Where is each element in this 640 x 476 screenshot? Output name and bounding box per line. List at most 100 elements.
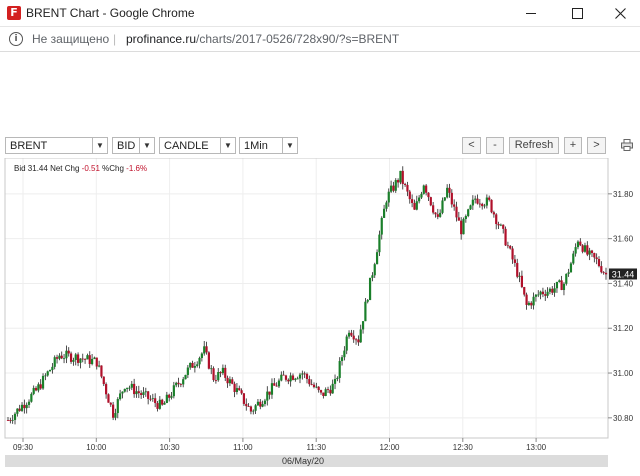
candle-body: [382, 208, 386, 218]
candle-body: [546, 291, 549, 296]
candle-body: [142, 392, 145, 395]
candle-body: [602, 272, 605, 274]
candle-body: [95, 357, 98, 367]
candle-body: [76, 354, 80, 363]
candle-body: [354, 339, 358, 341]
candle-body: [291, 375, 295, 380]
candle-body: [453, 204, 456, 207]
candle: [112, 401, 115, 421]
candle-body: [233, 383, 236, 392]
candle-body: [497, 224, 500, 226]
x-tick-label: 12:30: [453, 443, 474, 452]
candle-body: [336, 377, 339, 380]
symbol-select[interactable]: BRENT ▼: [5, 137, 108, 154]
candle-body: [406, 184, 409, 192]
scroll-right-button[interactable]: >: [587, 137, 606, 154]
zoom-in-button[interactable]: +: [564, 137, 582, 154]
candle-body: [37, 384, 40, 391]
candle: [207, 351, 210, 370]
chart-type-select[interactable]: CANDLE ▼: [159, 137, 236, 154]
candle-body: [273, 383, 276, 386]
candle-body: [105, 384, 108, 395]
chevron-down-icon: ▼: [139, 138, 154, 153]
candle-body: [548, 288, 552, 292]
candle-body: [527, 302, 531, 305]
candle-body: [13, 413, 17, 420]
candle: [504, 226, 507, 246]
candle: [490, 199, 493, 214]
candle-body: [114, 413, 117, 418]
candle-body: [579, 241, 582, 246]
candle-body: [123, 388, 126, 392]
candle-body: [130, 383, 133, 388]
chevron-down-icon: ▼: [92, 138, 107, 153]
candle-body: [513, 259, 516, 263]
candle-body: [558, 280, 561, 282]
url-path: /charts/2017-0526/728x90/?s=BRENT: [196, 32, 400, 46]
scroll-left-button[interactable]: <: [462, 137, 481, 154]
candle-body: [366, 300, 369, 302]
candle-body: [392, 185, 395, 191]
x-tick-label: 09:30: [13, 443, 34, 452]
candle-body: [420, 193, 423, 198]
candle-body: [109, 402, 112, 405]
url-text[interactable]: profinance.ru/charts/2017-0526/728x90/?s…: [126, 32, 399, 46]
candle-body: [488, 197, 491, 200]
candle-body: [600, 266, 603, 273]
candle-body: [534, 294, 538, 297]
candle-body: [67, 350, 70, 354]
chevron-down-icon: ▼: [282, 138, 297, 153]
y-tick-label: 31.20: [613, 324, 634, 333]
address-separator: |: [113, 32, 117, 46]
candle-body: [460, 220, 463, 235]
date-label: 06/May/20: [282, 456, 324, 466]
candle-body: [90, 358, 94, 365]
zoom-out-button[interactable]: -: [486, 137, 504, 154]
candle-body: [280, 374, 283, 381]
print-icon[interactable]: [621, 139, 633, 151]
candle-body: [562, 283, 566, 290]
candle-body: [245, 403, 248, 407]
candle-body: [231, 379, 234, 384]
interval-select[interactable]: 1Min ▼: [239, 137, 298, 154]
candle-body: [434, 212, 437, 215]
refresh-button[interactable]: Refresh: [509, 137, 559, 154]
candle-body: [177, 382, 180, 385]
price-type-select[interactable]: BID ▼: [112, 137, 155, 154]
last-price-tag: 31.44: [609, 268, 637, 280]
candle-body: [511, 248, 514, 260]
price-chart[interactable]: 31.80 31.60 31.40 31.20 31.00 30.80 09:30 10:0…: [0, 158, 640, 476]
info-icon[interactable]: i: [9, 32, 23, 46]
candle-body: [48, 370, 52, 372]
candle-body: [576, 241, 580, 248]
candle-body: [474, 198, 477, 200]
candle-body: [429, 197, 432, 206]
candlestick-chart[interactable]: 31.80 31.60 31.40 31.20 31.00 30.80 09:30 10:0…: [0, 158, 640, 476]
candle-body: [217, 372, 220, 381]
address-bar[interactable]: i Не защищено | profinance.ru/charts/201…: [0, 27, 640, 52]
candle-body: [338, 361, 341, 378]
candle-body: [308, 379, 311, 385]
candle-body: [389, 185, 393, 192]
candle-body: [287, 379, 290, 382]
candle: [368, 277, 372, 301]
candle-body: [210, 368, 213, 370]
x-tick-label: 12:00: [379, 443, 400, 452]
security-status[interactable]: Не защищено: [32, 32, 109, 46]
candle-body: [450, 192, 453, 205]
candle-body: [317, 386, 320, 391]
candle-body: [553, 288, 556, 293]
candle-body: [149, 398, 152, 400]
candle-body: [100, 365, 103, 377]
candle-body: [112, 404, 115, 418]
candle-body: [504, 228, 507, 246]
candle-body: [357, 339, 360, 343]
candle-body: [158, 399, 161, 409]
candle-body: [312, 384, 316, 388]
candle: [429, 196, 432, 207]
minimize-button[interactable]: [508, 0, 554, 26]
candle-body: [462, 219, 465, 235]
candle-body: [441, 200, 444, 213]
close-button[interactable]: [600, 0, 640, 26]
maximize-button[interactable]: [554, 0, 600, 26]
